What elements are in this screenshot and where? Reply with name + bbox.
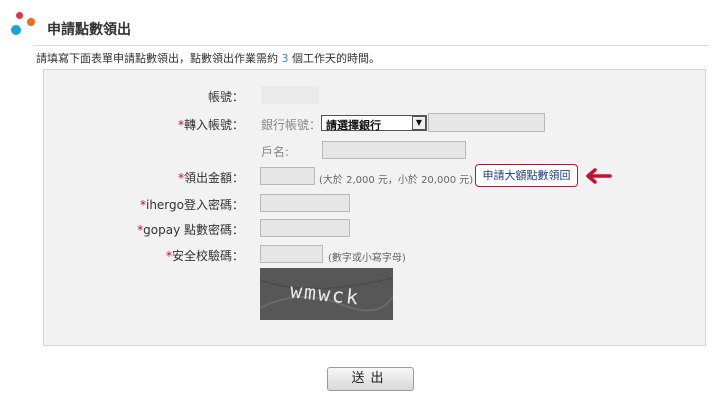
account-name-input[interactable] [322, 141, 466, 159]
large-amount-link[interactable]: 申請大額點數領回 [475, 164, 578, 187]
account-name-label: 戶名: [261, 145, 290, 159]
captcha-hint: (數字或小寫字母) [328, 253, 406, 264]
submit-button[interactable]: 送出 [327, 367, 414, 391]
bank-select-value: 請選擇銀行 [326, 119, 381, 132]
ihergo-password-label: *ihergo登入密碼： [139, 198, 244, 212]
instruction-text: 請填寫下面表單申請點數領出，點數領出作業需約 3 個工作天的時間。 [36, 52, 380, 65]
gopay-password-input[interactable] [260, 219, 350, 237]
arrow-left-icon [586, 168, 612, 184]
logo-dot-orange [27, 18, 35, 26]
page-title: 申請點數領出 [47, 22, 131, 38]
captcha-input[interactable] [260, 245, 323, 263]
title-divider [33, 45, 709, 46]
captcha-image: wmwck [260, 268, 393, 320]
gopay-password-label: *gopay 點數密碼： [137, 223, 244, 237]
bank-account-input[interactable] [428, 113, 545, 132]
account-value [261, 86, 319, 104]
amount-label: *領出金額： [177, 171, 244, 185]
bank-account-label: 銀行帳號： [261, 118, 322, 132]
account-label: 帳號： [207, 90, 244, 104]
captcha-label: *安全校驗碼： [165, 249, 244, 263]
amount-hint: (大於 2,000 元，小於 20,000 元) [319, 175, 474, 186]
amount-input[interactable] [260, 167, 315, 185]
logo-dot-blue [11, 25, 21, 35]
transfer-account-label: *轉入帳號： [177, 118, 244, 132]
ihergo-password-input[interactable] [260, 194, 350, 212]
logo-dot-red [16, 12, 23, 19]
chevron-down-icon[interactable]: ▼ [412, 116, 426, 130]
